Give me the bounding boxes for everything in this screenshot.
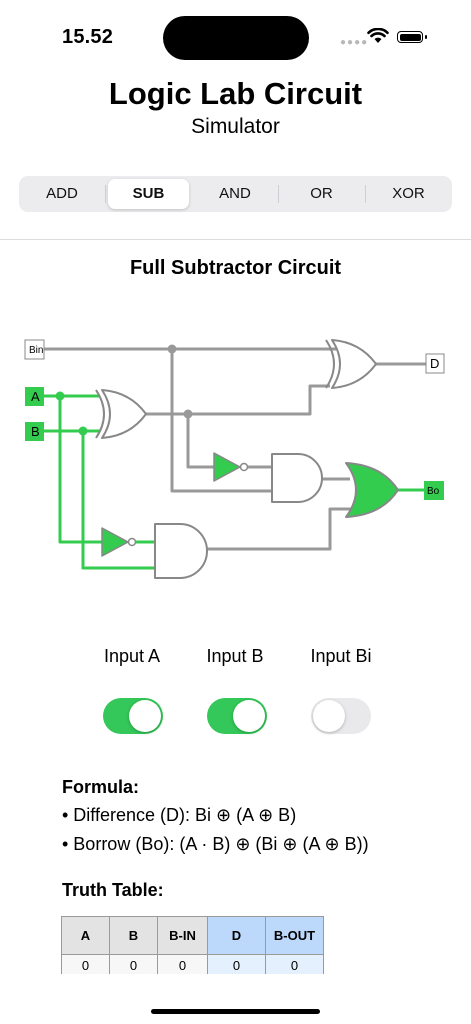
inactive-wires	[44, 347, 426, 551]
d-label: D	[430, 356, 439, 371]
battery-icon	[397, 31, 427, 43]
tab-and[interactable]: AND	[192, 176, 278, 212]
xor-gate-1	[95, 389, 147, 439]
junction-dot	[167, 344, 177, 354]
toggle-knob	[129, 700, 161, 732]
cellular-signal-icon: ●●●●	[340, 37, 369, 48]
status-bar: 15.52 ●●●●	[0, 0, 471, 60]
app-subtitle: Simulator	[191, 115, 280, 138]
formula-borrow: • Borrow (Bo): (A · B) ⊕ (Bi ⊕ (A ⊕ B))	[62, 834, 369, 854]
b-label: B	[31, 424, 40, 439]
segment-divider	[105, 185, 106, 203]
junction-dot	[55, 391, 65, 401]
full-subtractor-circuit-diagram: Bin A B D Bo	[24, 339, 445, 579]
truth-table-title: Truth Table:	[62, 880, 164, 900]
truth-table: A B B-IN D B-OUT 0 0 0 0 0	[61, 916, 324, 981]
input-b-label: Input B	[206, 646, 264, 666]
junction-dot	[183, 409, 193, 419]
and-gate-1	[271, 453, 323, 503]
home-indicator	[151, 1009, 320, 1014]
a-label: A	[31, 389, 40, 404]
toggle-knob	[313, 700, 345, 732]
not-gate-2	[101, 527, 137, 557]
header-d: D	[207, 916, 266, 955]
table-header-row: A B B-IN D B-OUT	[61, 916, 324, 955]
header-b: B	[109, 916, 158, 955]
header-b-in: B-IN	[157, 916, 208, 955]
input-b-toggle[interactable]	[207, 698, 267, 734]
d-output-node: D	[425, 353, 445, 374]
status-time: 15.52	[62, 26, 114, 48]
app-title: Logic Lab Circuit	[108, 76, 363, 111]
bo-label: Bo	[427, 486, 440, 497]
bin-label: Bin	[29, 345, 43, 356]
input-a-toggle[interactable]	[103, 698, 163, 734]
input-bi-label: Input Bi	[310, 646, 372, 666]
b-input-node: B	[25, 422, 44, 441]
toggle-knob	[233, 700, 265, 732]
bo-output-node: Bo	[424, 481, 444, 500]
circuit-title: Full Subtractor Circuit	[129, 257, 342, 279]
formula-difference: • Difference (D): Bi ⊕ (A ⊕ B)	[62, 805, 297, 825]
or-gate	[345, 462, 399, 518]
xor-gate-2	[325, 339, 377, 389]
header-a: A	[61, 916, 110, 955]
formula-title: Formula:	[62, 777, 140, 797]
divider	[0, 239, 471, 240]
a-input-node: A	[25, 387, 44, 406]
junction-dot	[78, 426, 88, 436]
tab-or[interactable]: OR	[278, 176, 365, 212]
tab-sub[interactable]: SUB	[108, 179, 189, 209]
tab-xor[interactable]: XOR	[365, 176, 452, 212]
header-b-out: B-OUT	[265, 916, 324, 955]
scroll-clip	[0, 974, 471, 1024]
bin-input-node: Bin	[24, 339, 45, 360]
and-gate-2	[154, 523, 208, 579]
input-a-label: Input A	[103, 646, 161, 666]
not-gate-1	[213, 452, 249, 482]
tab-add[interactable]: ADD	[19, 176, 105, 212]
dynamic-island	[163, 16, 309, 60]
wifi-icon	[367, 28, 389, 43]
gate-type-segmented-control: ADD SUB AND OR XOR	[19, 176, 452, 212]
input-bi-toggle[interactable]	[311, 698, 371, 734]
